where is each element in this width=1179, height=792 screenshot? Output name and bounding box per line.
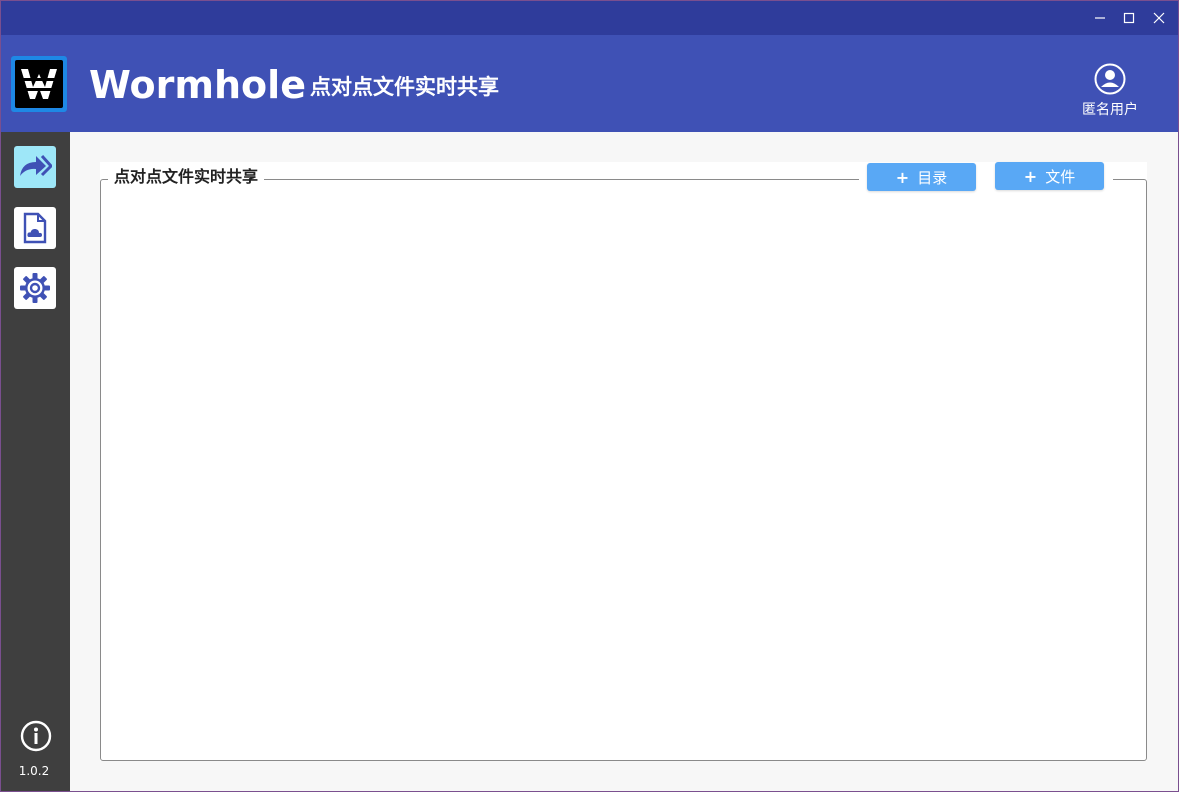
info-icon xyxy=(20,720,52,752)
plus-icon: + xyxy=(895,167,910,187)
wormhole-logo-icon xyxy=(19,69,59,99)
close-icon xyxy=(1153,12,1165,24)
sidebar-item-share[interactable] xyxy=(14,146,56,188)
sidebar-item-settings[interactable] xyxy=(14,267,56,309)
gear-icon xyxy=(20,273,50,303)
maximize-icon xyxy=(1123,12,1135,24)
user-avatar-icon xyxy=(1094,63,1126,95)
app-version: 1.0.2 xyxy=(18,764,50,778)
user-name: 匿名用户 xyxy=(1082,102,1138,118)
minimize-button[interactable] xyxy=(1088,6,1112,30)
share-panel-title: 点对点文件实时共享 xyxy=(108,166,265,188)
close-button[interactable] xyxy=(1147,6,1171,30)
minimize-icon xyxy=(1095,17,1105,19)
app-header: Wormhole - 点对点文件实时共享 匿名用户 xyxy=(1,35,1178,132)
app-logo xyxy=(11,56,67,112)
add-directory-button[interactable]: + 目录 xyxy=(867,163,976,191)
sidebar: 1.0.2 xyxy=(1,132,70,791)
app-window: Wormhole - 点对点文件实时共享 匿名用户 1.0.2 点对点文件实时共… xyxy=(1,1,1178,791)
share-panel-frame xyxy=(100,179,1147,761)
add-directory-label: 目录 xyxy=(917,168,948,187)
share-forward-icon xyxy=(20,154,52,177)
app-title: Wormhole xyxy=(89,63,306,107)
info-button[interactable] xyxy=(19,719,53,753)
app-subtitle: 点对点文件实时共享 xyxy=(310,75,499,99)
add-file-button[interactable]: + 文件 xyxy=(995,162,1104,190)
sidebar-item-cloud-files[interactable] xyxy=(14,207,56,249)
title-bar[interactable] xyxy=(1,1,1178,35)
user-profile[interactable]: 匿名用户 xyxy=(1069,63,1151,123)
maximize-button[interactable] xyxy=(1117,6,1141,30)
plus-icon: + xyxy=(1023,166,1038,186)
cloud-file-icon xyxy=(23,212,47,244)
title-separator: - xyxy=(290,74,300,99)
add-file-label: 文件 xyxy=(1045,167,1076,186)
